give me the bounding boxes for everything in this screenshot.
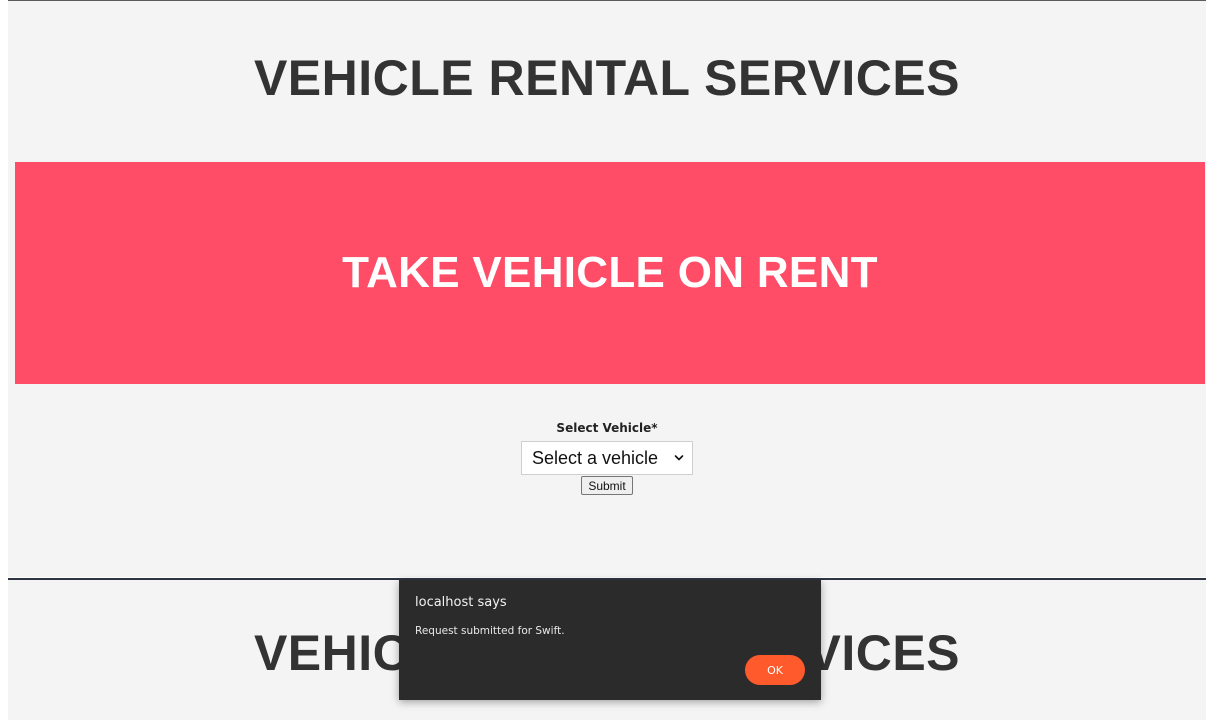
dialog-title: localhost says xyxy=(415,595,507,610)
dialog-message: Request submitted for Swift. xyxy=(415,625,565,637)
hero-banner: TAKE VEHICLE ON RENT xyxy=(15,162,1205,384)
vehicle-select-wrapper[interactable]: Select a vehicle xyxy=(521,441,693,475)
vehicle-select-label: Select Vehicle* xyxy=(556,421,658,435)
vehicle-select[interactable]: Select a vehicle xyxy=(522,442,692,474)
banner-title: TAKE VEHICLE ON RENT xyxy=(342,248,878,297)
rental-page-top: VEHICLE RENTAL SERVICES TAKE VEHICLE ON … xyxy=(8,0,1206,577)
alert-dialog: localhost says Request submitted for Swi… xyxy=(399,580,821,700)
rental-form: Select Vehicle* Select a vehicle Submit xyxy=(8,421,1206,495)
submit-button[interactable]: Submit xyxy=(581,476,633,495)
site-title: VEHICLE RENTAL SERVICES xyxy=(253,50,961,106)
browser-page: VEHICLE RENTAL SERVICES TAKE VEHICLE ON … xyxy=(0,0,1206,720)
submit-row: Submit xyxy=(8,476,1206,495)
dialog-ok-button[interactable]: OK xyxy=(745,655,805,685)
